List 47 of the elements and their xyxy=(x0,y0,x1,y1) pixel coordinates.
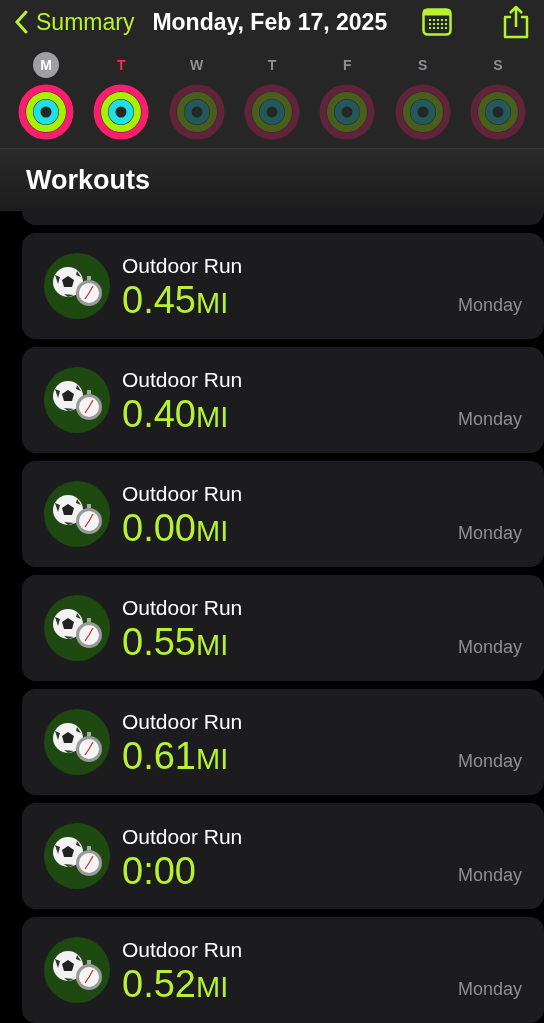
date-title: Monday, Feb 17, 2025 xyxy=(152,7,388,37)
workout-day: Monday xyxy=(457,862,522,889)
soccer-ball-stopwatch-icon xyxy=(44,937,110,1003)
weekday-label[interactable]: W xyxy=(183,52,210,78)
workout-card[interactable]: Outdoor Run 0:00 Monday xyxy=(22,803,544,909)
workout-distance: 0.00MI xyxy=(122,506,230,551)
soccer-ball-stopwatch-icon xyxy=(44,595,110,661)
workout-distance: 0.45MI xyxy=(122,278,230,323)
workout-distance: 0.61MI xyxy=(122,734,230,779)
soccer-ball-stopwatch-icon xyxy=(44,367,110,433)
workout-name: Outdoor Run xyxy=(122,480,244,507)
weekday-label[interactable]: S xyxy=(409,52,436,78)
weekday-label[interactable]: T xyxy=(108,52,135,78)
workout-card[interactable]: Outdoor Run 0.45MI Monday xyxy=(22,233,544,339)
workout-distance: 0.55MI xyxy=(122,620,230,665)
workout-name: Outdoor Run xyxy=(122,594,244,621)
share-icon[interactable] xyxy=(502,5,530,39)
soccer-ball-stopwatch-icon xyxy=(44,823,110,889)
workout-card[interactable]: Outdoor Run 0.61MI Monday xyxy=(22,689,544,795)
workout-name: Outdoor Run xyxy=(122,708,244,735)
weekday-label[interactable]: T xyxy=(259,52,285,78)
workout-day: Monday xyxy=(457,520,522,547)
workout-name: Outdoor Run xyxy=(122,252,244,279)
workout-card[interactable]: Outdoor Run 0.40MI Monday xyxy=(22,347,544,453)
calendar-icon[interactable] xyxy=(422,8,452,36)
workout-day: Monday xyxy=(457,406,522,433)
workout-day: Monday xyxy=(457,634,522,661)
workout-card[interactable]: Outdoor Run 0.55MI Monday xyxy=(22,575,544,681)
workout-day: Monday xyxy=(457,976,522,1003)
workout-distance: 0.40MI xyxy=(122,392,230,437)
workout-name: Outdoor Run xyxy=(122,824,244,850)
section-title: Workouts xyxy=(26,163,150,197)
soccer-ball-stopwatch-icon xyxy=(44,253,110,319)
back-button[interactable]: Summary xyxy=(14,4,135,40)
weekday-label[interactable]: S xyxy=(484,52,511,78)
workout-distance: 0.52MI xyxy=(122,962,230,1007)
workout-day: Monday xyxy=(457,748,522,775)
workout-card[interactable]: Outdoor Run 0.00MI Monday xyxy=(22,461,544,567)
workout-name: Outdoor Run xyxy=(122,366,244,393)
soccer-ball-stopwatch-icon xyxy=(44,481,110,547)
workout-distance: 0:00 xyxy=(122,850,197,892)
weekday-label[interactable]: F xyxy=(334,52,361,78)
chevron-left-icon xyxy=(14,10,28,34)
workout-card[interactable]: Outdoor Run 0.52MI Monday xyxy=(22,917,544,1023)
workout-name: Outdoor Run xyxy=(122,936,244,963)
soccer-ball-stopwatch-icon xyxy=(44,709,110,775)
workout-day: Monday xyxy=(457,292,522,319)
